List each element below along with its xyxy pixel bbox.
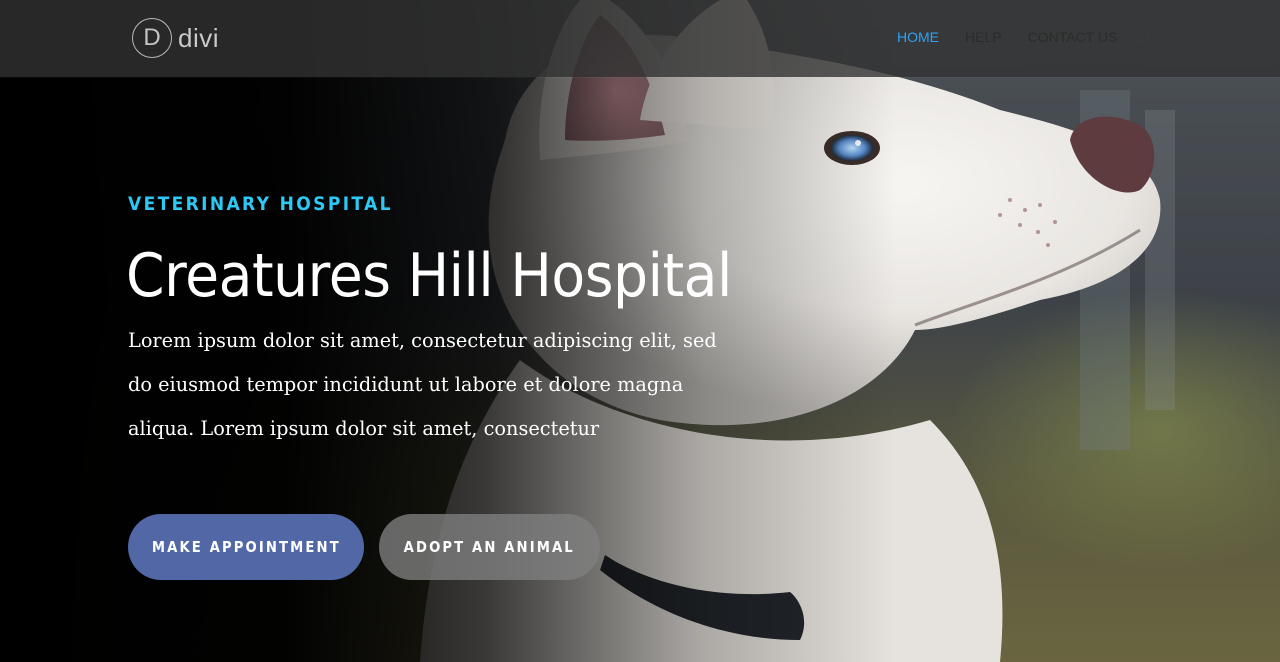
nav-item-help[interactable]: HELP (965, 28, 1002, 46)
search-icon[interactable] (1133, 29, 1151, 47)
nav-item-contact-us[interactable]: CONTACT US (1028, 28, 1118, 46)
hero-section: D divi HOME HELP CONTACT US VETERINARY H… (0, 0, 1280, 662)
hero-eyebrow: VETERINARY HOSPITAL (128, 193, 393, 215)
hero-description: Lorem ipsum dolor sit amet, consectetur … (128, 328, 717, 440)
logo-text: divi (178, 22, 220, 53)
make-appointment-label: MAKE APPOINTMENT (151, 538, 341, 556)
page-title: Creatures Hill Hospital (126, 241, 732, 311)
adopt-an-animal-button[interactable]: ADOPT AN ANIMAL (379, 514, 600, 580)
logo-mark: D (132, 18, 172, 58)
main-nav: HOME HELP CONTACT US (897, 28, 1143, 46)
site-header: D divi HOME HELP CONTACT US (0, 0, 1280, 77)
nav-item-home[interactable]: HOME (897, 28, 939, 46)
divi-logo[interactable]: D divi (132, 17, 219, 59)
make-appointment-button[interactable]: MAKE APPOINTMENT (128, 514, 364, 580)
adopt-an-animal-label: ADOPT AN ANIMAL (403, 538, 576, 556)
